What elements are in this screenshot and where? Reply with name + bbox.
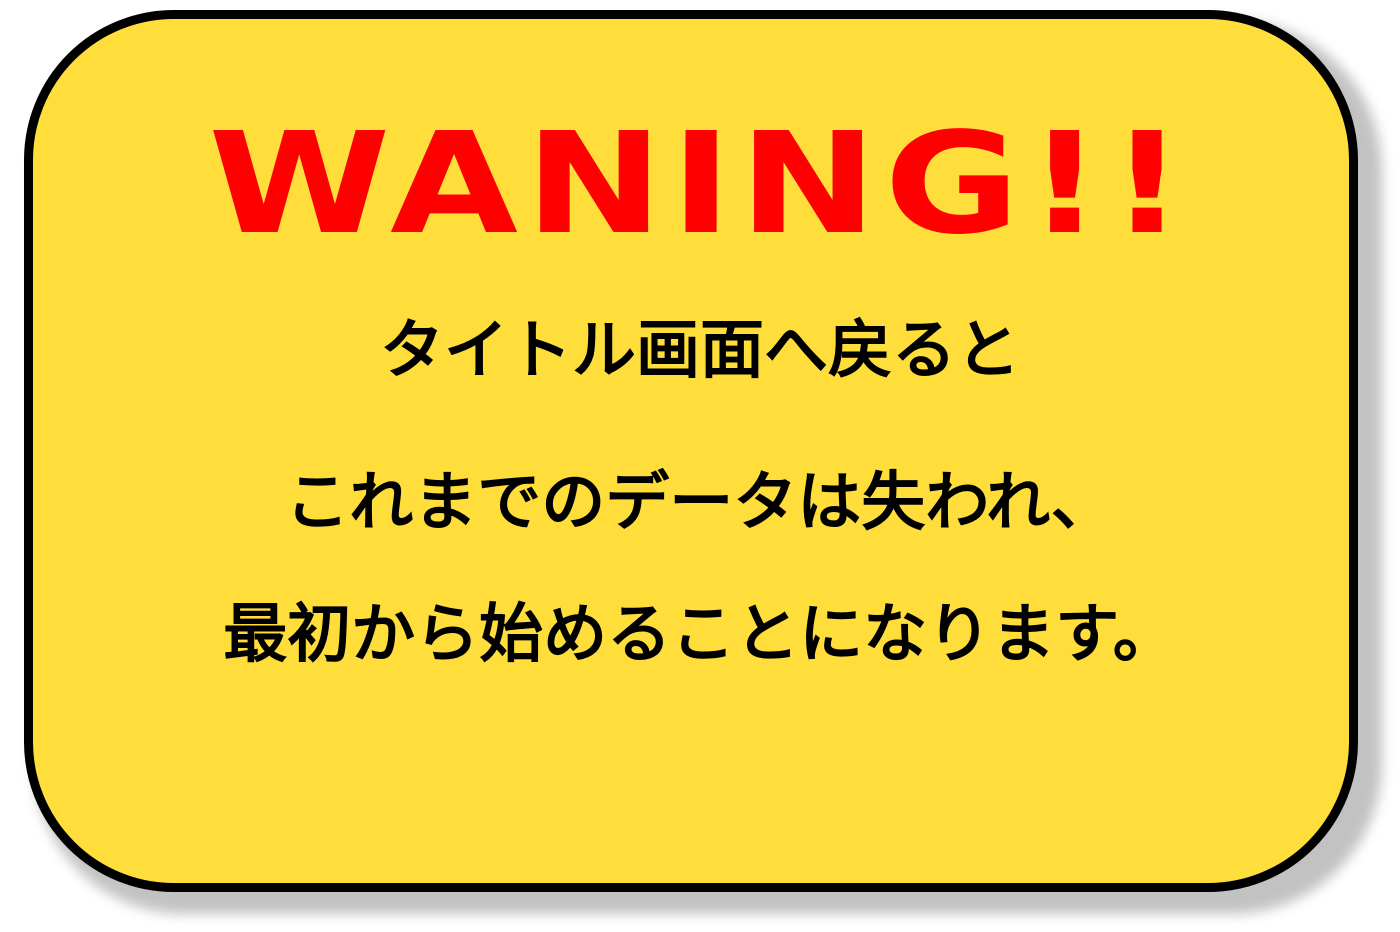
message-line-3: 最初から始めることになります。	[223, 598, 1177, 672]
message-line-2: これまでのデータは失われ、	[285, 466, 1115, 540]
warning-screen: WANING!! タイトル画面へ戻ると これまでのデータは失われ、 最初から始め…	[0, 0, 1400, 932]
warning-title: WANING!!	[208, 103, 1192, 266]
message-line-1: タイトル画面へ戻ると	[380, 314, 1020, 388]
warning-panel: WANING!! タイトル画面へ戻ると これまでのデータは失われ、 最初から始め…	[24, 10, 1358, 892]
